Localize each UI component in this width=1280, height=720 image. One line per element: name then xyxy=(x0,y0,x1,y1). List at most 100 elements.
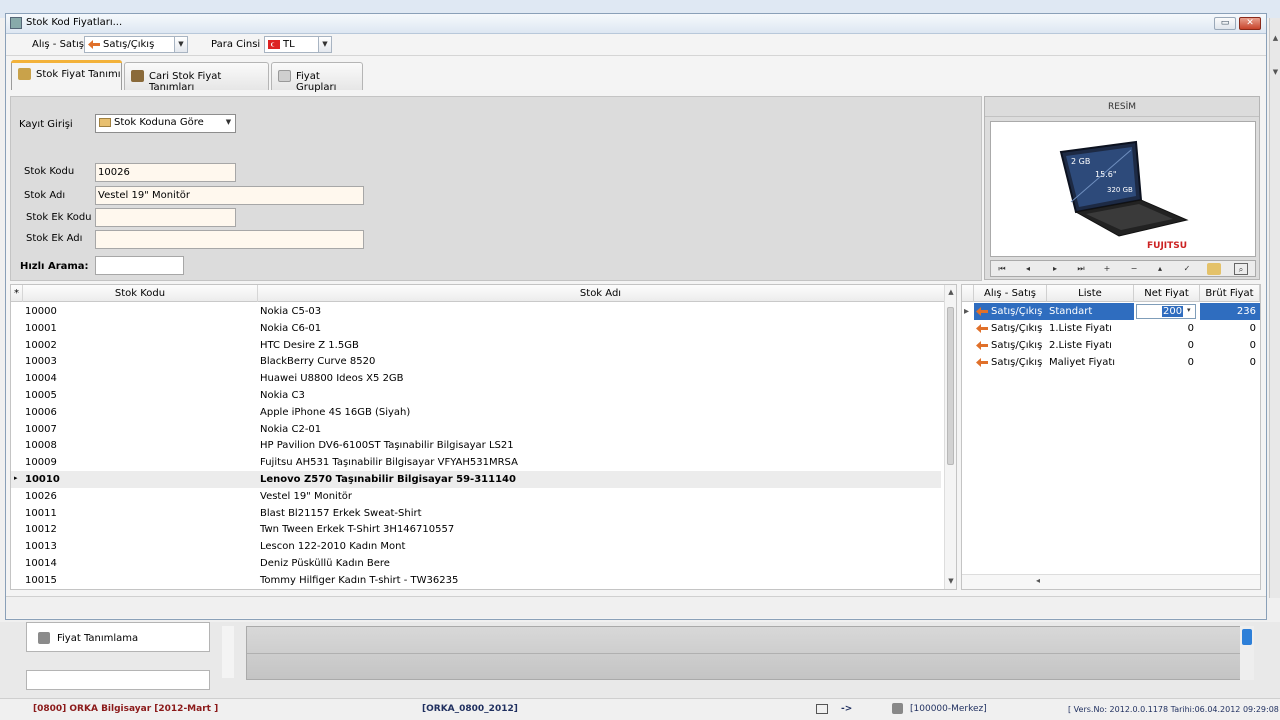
window-titlebar: Stok Kod Fiyatları... ▭ ✕ xyxy=(6,14,1266,34)
price-grid-hscroll[interactable]: ◂ xyxy=(962,574,1260,589)
table-row[interactable]: 10009 Fujitsu AH531 Taşınabilir Bilgisaya… xyxy=(11,454,941,471)
tab-cari-stok-fiyat-tanimlari[interactable]: Cari Stok Fiyat Tanımları xyxy=(124,62,269,93)
turkish-flag-icon xyxy=(268,40,280,49)
module-scrollbar[interactable] xyxy=(1240,626,1254,680)
cell-stok-kodu: 10002 xyxy=(25,339,57,351)
table-row[interactable]: 10004 Huawei U8800 Ideos X5 2GB xyxy=(11,370,941,387)
scroll-down-icon[interactable]: ▼ xyxy=(946,577,956,585)
stok-adi-input[interactable]: Vestel 19" Monitör xyxy=(95,186,364,205)
delete-icon[interactable]: − xyxy=(1127,263,1141,275)
cell-stok-kodu: 10001 xyxy=(25,322,57,334)
table-row[interactable]: ▸ 10010 Lenovo Z570 Taşınabilir Bilgisayar… xyxy=(11,471,941,488)
tab-label: Cari Stok Fiyat Tanımları xyxy=(149,71,222,93)
last-record-icon[interactable]: ⏭ xyxy=(1074,263,1088,275)
table-row[interactable]: 10015 Tommy Hilfiger Kadın T-shirt - TW36… xyxy=(11,572,941,589)
stok-ek-adi-input[interactable] xyxy=(95,230,364,249)
cell-stok-adi: Blast Bl21157 Erkek Sweat-Shirt xyxy=(260,507,422,519)
product-image: 2 GB 15.6" 320 GB FUJITSU xyxy=(990,121,1256,257)
table-row[interactable]: 10014 Deniz Püsküllü Kadın Bere xyxy=(11,555,941,572)
table-row[interactable]: 10000 Nokia C5-03 xyxy=(11,303,941,320)
col-net-fiyat[interactable]: Net Fiyat xyxy=(1134,285,1200,302)
table-row[interactable]: 10006 Apple iPhone 4S 16GB (Siyah) xyxy=(11,404,941,421)
scroll-left-icon[interactable]: ◂ xyxy=(1036,576,1040,585)
dropdown-arrow-icon[interactable]: ▼ xyxy=(222,115,235,130)
cell-alis-satis: Satış/Çıkış xyxy=(991,323,1043,334)
tab-stok-fiyat-tanimi[interactable]: Stok Fiyat Tanımı xyxy=(11,60,122,90)
document-edit-icon xyxy=(278,70,291,82)
scroll-thumb[interactable] xyxy=(947,307,954,465)
para-cinsi-value: TL xyxy=(283,39,295,50)
net-price-editor[interactable]: 200 ▾ xyxy=(1136,304,1196,319)
table-row[interactable]: 10013 Lescon 122-2010 Kadın Mont xyxy=(11,538,941,555)
sidebar-item-fiyat-tanimlama[interactable]: Fiyat Tanımlama xyxy=(26,622,210,652)
picture-header: RESİM xyxy=(985,97,1259,117)
col-alis-satis[interactable]: Alış - Satış xyxy=(974,285,1047,302)
screen-size-text: 15.6" xyxy=(1095,170,1117,179)
next-record-icon[interactable]: ▸ xyxy=(1048,263,1062,275)
background-scrollbar[interactable]: ▲ ▼ xyxy=(1269,18,1280,598)
col-stok-adi[interactable]: Stok Adı xyxy=(258,285,943,302)
stock-entry-form: Kayıt Girişi Stok Koduna Göre ▼ Stok Kod… xyxy=(10,96,982,281)
scroll-down-icon[interactable]: ▼ xyxy=(1271,68,1280,78)
customer-icon xyxy=(131,70,144,82)
cell-brut-fiyat: 236 xyxy=(1236,306,1256,317)
divider xyxy=(247,653,1253,654)
table-row[interactable]: 10001 Nokia C6-01 xyxy=(11,320,941,337)
cell-stok-kodu: 10009 xyxy=(25,457,57,469)
module-content xyxy=(246,626,1254,680)
zoom-icon[interactable]: ⌕ xyxy=(1234,263,1248,275)
tab-fiyat-gruplari[interactable]: Fiyat Grupları xyxy=(271,62,363,93)
sidebar-item-next[interactable] xyxy=(26,670,210,690)
cell-net-fiyat: 0 xyxy=(1187,357,1194,368)
close-button[interactable]: ✕ xyxy=(1239,17,1261,30)
table-row[interactable]: 10005 Nokia C3 xyxy=(11,387,941,404)
scroll-up-icon[interactable]: ▲ xyxy=(1271,34,1280,44)
alis-satis-select[interactable]: Satış/Çıkış ▼ xyxy=(84,36,188,53)
add-icon[interactable]: + xyxy=(1100,263,1114,275)
col-brut-fiyat[interactable]: Brüt Fiyat xyxy=(1200,285,1260,302)
scroll-up-icon[interactable]: ▲ xyxy=(946,288,956,296)
arrow-left-icon xyxy=(976,358,988,367)
table-row[interactable]: 10002 HTC Desire Z 1.5GB xyxy=(11,337,941,354)
table-row[interactable]: 10008 HP Pavilion DV6-6100ST Taşınabilir … xyxy=(11,437,941,454)
cell-alis-satis: Satış/Çıkış xyxy=(991,340,1043,351)
first-record-icon[interactable]: ⏮ xyxy=(995,263,1009,275)
restore-button[interactable]: ▭ xyxy=(1214,17,1236,30)
col-stok-kodu[interactable]: Stok Kodu xyxy=(23,285,258,302)
cell-liste: Maliyet Fiyatı xyxy=(1049,357,1116,368)
company-status: [0800] ORKA Bilgisayar [2012-Mart ] xyxy=(33,704,219,714)
dropdown-arrow-icon[interactable]: ▾ xyxy=(1187,306,1191,314)
col-liste[interactable]: Liste xyxy=(1047,285,1134,302)
price-row[interactable]: Satış/Çıkış Maliyet Fiyatı 0 0 xyxy=(962,354,1260,371)
table-row[interactable]: 10011 Blast Bl21157 Erkek Sweat-Shirt xyxy=(11,505,941,522)
check-icon[interactable]: ✓ xyxy=(1180,263,1194,275)
table-row[interactable]: 10012 Twn Tween Erkek T-Shirt 3H146710557 xyxy=(11,521,941,538)
table-row[interactable]: 10007 Nokia C2-01 xyxy=(11,421,941,438)
price-row[interactable]: ▸ Satış/Çıkış Standart 200 ▾ 236 xyxy=(962,303,1260,320)
hizli-arama-input[interactable] xyxy=(95,256,184,275)
para-cinsi-select[interactable]: TL ▼ xyxy=(264,36,332,53)
cell-stok-kodu: 10010 xyxy=(25,474,60,485)
price-row[interactable]: Satış/Çıkış 1.Liste Fiyatı 0 0 xyxy=(962,320,1260,337)
stok-kodu-label: Stok Kodu xyxy=(24,166,75,177)
cell-stok-kodu: 10015 xyxy=(25,574,57,586)
prev-record-icon[interactable]: ◂ xyxy=(1021,263,1035,275)
table-row[interactable]: 10003 BlackBerry Curve 8520 xyxy=(11,353,941,370)
stok-kodu-input[interactable]: 10026 xyxy=(95,163,236,182)
sidebar-scrollbar[interactable] xyxy=(222,626,234,678)
stok-ek-kodu-input[interactable] xyxy=(95,208,236,227)
chevron-down-icon[interactable]: ▼ xyxy=(318,37,331,52)
kayit-girisi-label: Kayıt Girişi xyxy=(19,119,73,130)
row-indicator-icon: ▸ xyxy=(964,306,970,317)
edit-up-icon[interactable]: ▴ xyxy=(1153,263,1167,275)
kayit-girisi-select[interactable]: Stok Koduna Göre ▼ xyxy=(95,114,236,133)
table-row[interactable]: 10026 Vestel 19" Monitör xyxy=(11,488,941,505)
alis-satis-label: Alış - Satış xyxy=(32,39,84,50)
price-row[interactable]: Satış/Çıkış 2.Liste Fiyatı 0 0 xyxy=(962,337,1260,354)
scroll-thumb[interactable] xyxy=(1242,629,1252,645)
chevron-down-icon[interactable]: ▼ xyxy=(174,37,187,52)
folder-open-icon[interactable] xyxy=(1207,263,1221,275)
arrow-left-icon xyxy=(88,40,100,49)
grid-scrollbar[interactable]: ▲ ▼ xyxy=(944,285,956,589)
cell-brut-fiyat: 0 xyxy=(1249,340,1256,351)
